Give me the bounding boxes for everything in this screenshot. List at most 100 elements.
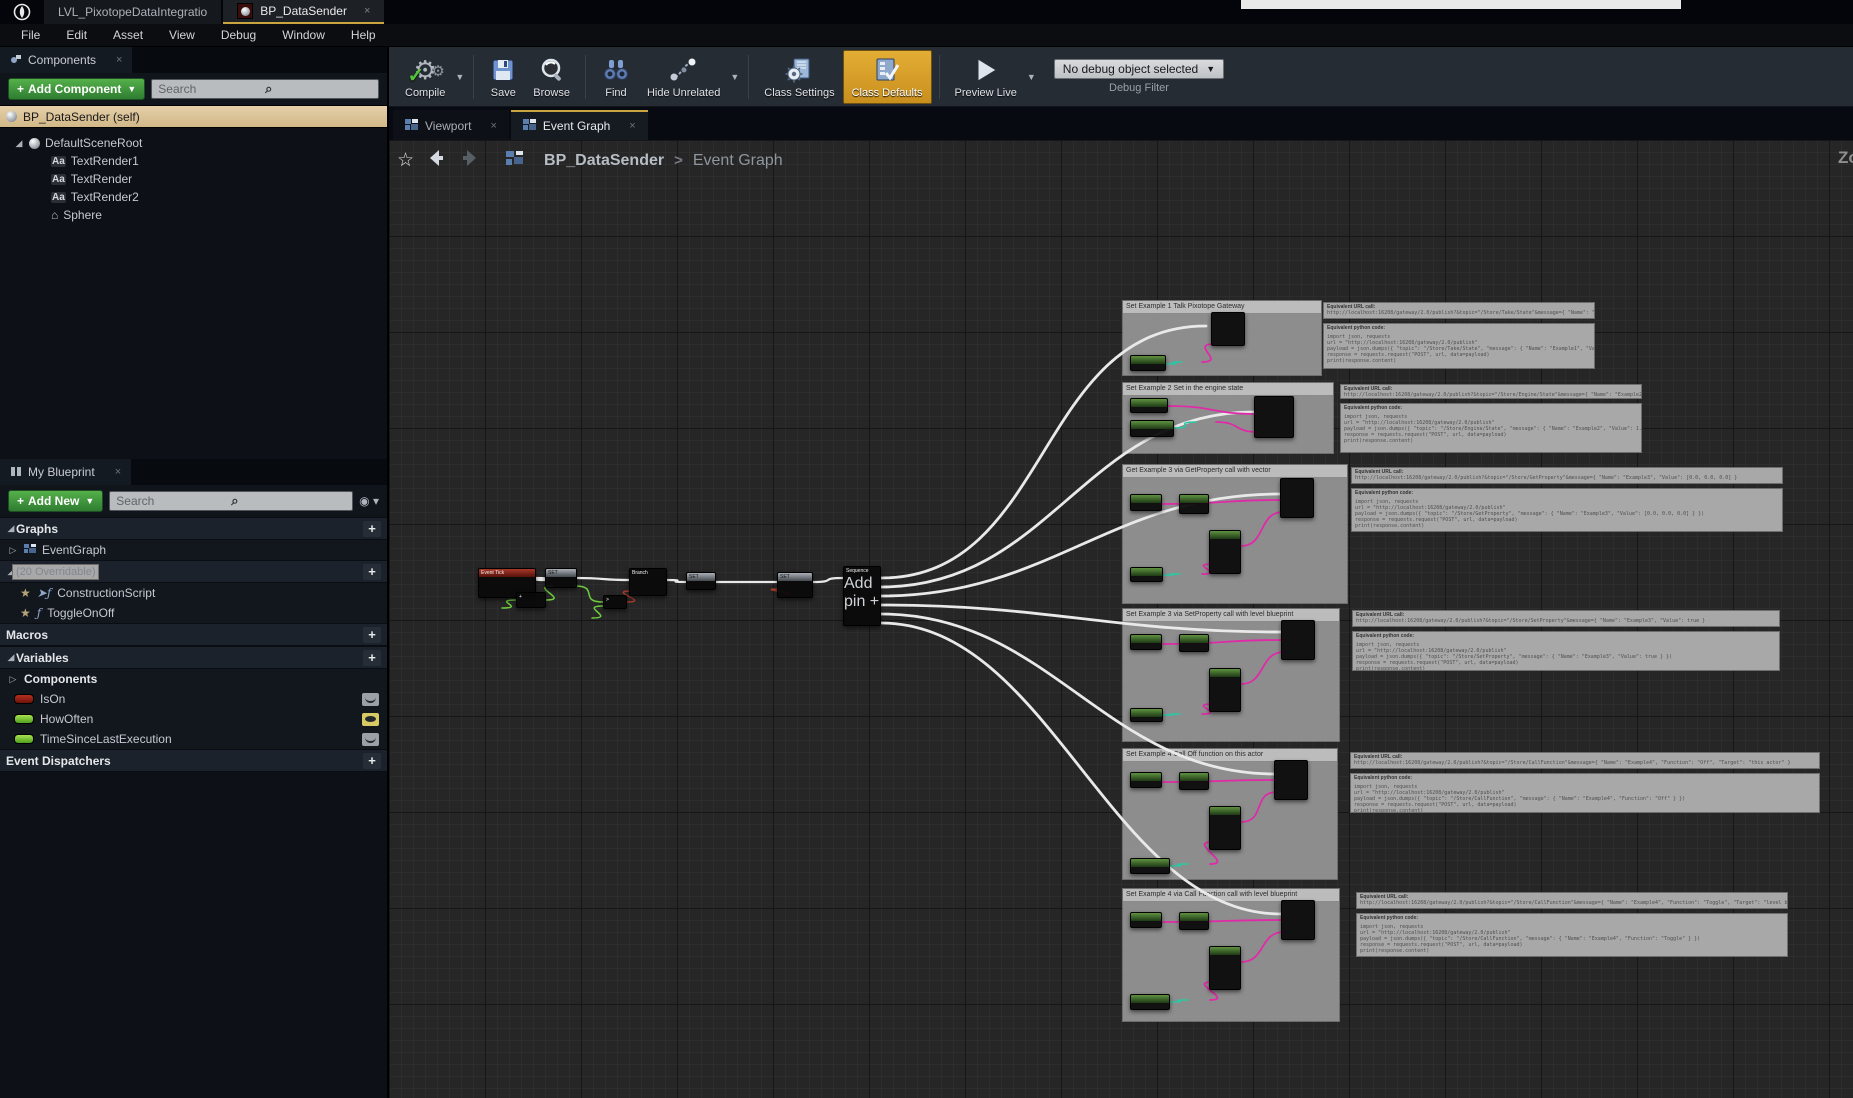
cluster5-fn-green-big-node[interactable]: [1209, 806, 1241, 850]
add-new-button[interactable]: + Add New ▼: [8, 490, 103, 512]
cluster6-fn-green-big-node[interactable]: [1209, 946, 1241, 990]
component-row-self[interactable]: BP_DataSender (self): [0, 105, 387, 128]
class-settings-button[interactable]: Class Settings: [756, 50, 842, 104]
cluster5-fn-green-node[interactable]: [1179, 772, 1209, 790]
menu-item-asset[interactable]: Asset: [100, 24, 156, 46]
eye-closed-icon[interactable]: [362, 693, 379, 706]
chain-set-node[interactable]: SET: [686, 572, 716, 590]
asset-tab-bp-datasender[interactable]: BP_DataSender×: [223, 0, 384, 24]
cluster1-fn-green-node[interactable]: [1130, 355, 1166, 371]
chevron-down-icon[interactable]: ▼: [1027, 72, 1036, 82]
add-component-button[interactable]: + Add Component ▼: [8, 78, 145, 100]
add-variables-header-button[interactable]: +: [363, 650, 381, 666]
browse-button[interactable]: Browse: [525, 50, 578, 104]
cluster4-fn-green-big-node[interactable]: [1209, 668, 1241, 712]
event-graph-canvas[interactable]: Set Example 1 Talk Pixotope GatewayEquiv…: [389, 140, 1853, 1098]
close-icon[interactable]: ×: [629, 120, 635, 132]
back-arrow-icon[interactable]: [424, 146, 448, 175]
variable-item-timesincelastexecution[interactable]: TimeSinceLastExecution: [0, 729, 387, 749]
compile-button[interactable]: ⚙⚙✓Compile: [397, 50, 453, 104]
breadcrumb-current[interactable]: Event Graph: [693, 152, 783, 170]
save-button[interactable]: Save: [481, 50, 525, 104]
chain-+-node[interactable]: +: [516, 592, 546, 608]
hide-unrelated-button[interactable]: Hide Unrelated: [639, 50, 728, 104]
function-item-constructionscript[interactable]: ★➤ƒConstructionScript: [0, 583, 387, 603]
cluster3-fn-green-node[interactable]: [1130, 494, 1162, 511]
cluster4-fn-green-node[interactable]: [1130, 634, 1162, 650]
find-button[interactable]: Find: [593, 50, 639, 104]
cluster3-fn-blue-node[interactable]: [1280, 478, 1314, 518]
tree-item-textrender1[interactable]: AaTextRender1: [0, 152, 387, 170]
tree-item-textrender[interactable]: AaTextRender: [0, 170, 387, 188]
add-event-dispatchers-header-button[interactable]: +: [363, 753, 381, 769]
add-graphs-header-button[interactable]: +: [363, 521, 381, 537]
close-icon[interactable]: ×: [116, 54, 122, 66]
cluster6-fn-green-node[interactable]: [1179, 912, 1209, 930]
tab-my-blueprint[interactable]: My Blueprint ×: [0, 459, 131, 485]
chain-set-node[interactable]: SET: [545, 568, 577, 588]
cluster1-fn-blue-node[interactable]: [1211, 312, 1245, 346]
close-icon[interactable]: ×: [115, 466, 121, 478]
forward-arrow-icon[interactable]: [458, 146, 482, 175]
variables-header[interactable]: ◢Variables+: [0, 646, 387, 669]
tab-components[interactable]: Components ×: [0, 47, 132, 73]
cluster6-mini-node[interactable]: [389, 212, 411, 221]
menu-item-file[interactable]: File: [8, 24, 53, 46]
expander-icon[interactable]: ◢: [6, 652, 16, 663]
chain-branch-node[interactable]: Branch: [629, 568, 667, 596]
cluster2-fn-green-node[interactable]: [1130, 398, 1168, 413]
graph-item-eventgraph[interactable]: ▷EventGraph: [0, 540, 387, 560]
components-search-input[interactable]: Search ⌕: [151, 79, 379, 99]
menu-item-view[interactable]: View: [156, 24, 208, 46]
cluster2-fn-blue-node[interactable]: [1254, 396, 1294, 438]
add-functions-header-button[interactable]: +: [363, 564, 381, 580]
chain-sequence-node[interactable]: SequenceAdd pin +: [843, 566, 881, 626]
breadcrumb-root[interactable]: BP_DataSender: [544, 152, 664, 170]
chain->-node[interactable]: >: [603, 595, 627, 609]
close-icon[interactable]: ×: [490, 120, 496, 132]
expander-icon[interactable]: ◢: [6, 523, 16, 534]
cluster6-fn-blue-node[interactable]: [1281, 900, 1315, 940]
menu-item-window[interactable]: Window: [269, 24, 338, 46]
functions-header[interactable]: ◢Functions(20 Overridable)+: [0, 560, 387, 583]
cluster2-mini-node[interactable]: [389, 176, 409, 185]
cluster2-fn-green-node[interactable]: [1130, 420, 1174, 437]
variables-group-components[interactable]: ▷Components: [0, 669, 387, 689]
my-blueprint-search-input[interactable]: Search ⌕: [109, 491, 353, 511]
eye-closed-icon[interactable]: [362, 733, 379, 746]
add-pin-label[interactable]: Add pin +: [844, 575, 880, 611]
cluster5-fn-green-node[interactable]: [1130, 858, 1170, 874]
debug-object-select[interactable]: No debug object selected▼: [1054, 59, 1224, 79]
preview-live-button[interactable]: Preview Live: [947, 50, 1025, 104]
cluster3-fn-green-big-node[interactable]: [1209, 530, 1241, 574]
close-icon[interactable]: ×: [364, 5, 370, 17]
cluster3-fn-green-node[interactable]: [1130, 567, 1163, 582]
variable-item-ison[interactable]: IsOn: [0, 689, 387, 709]
event-dispatchers-header[interactable]: Event Dispatchers+: [0, 749, 387, 772]
cluster4-fn-blue-node[interactable]: [1281, 620, 1315, 660]
menu-item-edit[interactable]: Edit: [53, 24, 100, 46]
cluster5-fn-green-node[interactable]: [1130, 772, 1162, 788]
tree-item-sphere[interactable]: ⌂Sphere: [0, 206, 387, 224]
doc-tab-viewport[interactable]: Viewport×: [393, 110, 509, 140]
class-defaults-button[interactable]: Class Defaults: [843, 50, 932, 104]
chevron-down-icon[interactable]: ▼: [730, 72, 739, 82]
cluster5-mini-node[interactable]: [389, 203, 411, 212]
cluster4-mini-node[interactable]: [389, 194, 411, 203]
cluster5-fn-blue-node[interactable]: [1274, 760, 1308, 800]
function-item-toggleonoff[interactable]: ★ƒToggleOnOff: [0, 603, 387, 623]
menu-item-debug[interactable]: Debug: [208, 24, 269, 46]
graphs-header[interactable]: ◢Graphs+: [0, 517, 387, 540]
tree-item-defaultsceneroot[interactable]: ◢DefaultSceneRoot: [0, 134, 387, 152]
cluster6-fn-green-node[interactable]: [1130, 912, 1162, 928]
asset-tab-level[interactable]: LVL_PixotopeDataIntegratio: [44, 0, 221, 24]
expander-closed-icon[interactable]: ▷: [8, 545, 18, 556]
visibility-filter-eye-icon[interactable]: ◉ ▾: [359, 494, 379, 508]
macros-header[interactable]: Macros+: [0, 623, 387, 646]
cluster4-fn-green-node[interactable]: [1130, 708, 1163, 722]
tree-item-textrender2[interactable]: AaTextRender2: [0, 188, 387, 206]
favorite-star-icon[interactable]: ☆: [397, 149, 414, 172]
chevron-down-icon[interactable]: ▼: [455, 72, 464, 82]
expander-closed-icon[interactable]: ▷: [8, 674, 18, 685]
variable-item-howoften[interactable]: HowOften: [0, 709, 387, 729]
